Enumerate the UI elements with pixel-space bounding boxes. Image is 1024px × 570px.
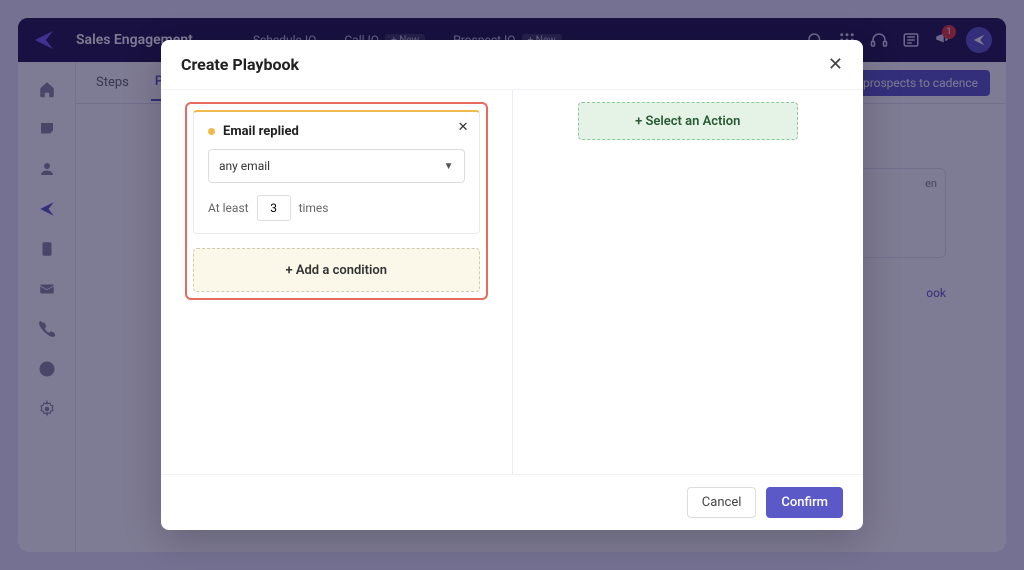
close-icon[interactable]: ✕ [828, 54, 843, 75]
create-playbook-modal: Create Playbook ✕ ✕ Email replied any em… [161, 40, 863, 530]
select-action-button[interactable]: + Select an Action [578, 102, 798, 140]
email-select[interactable]: any email ▼ [208, 149, 465, 183]
confirm-button[interactable]: Confirm [766, 487, 843, 518]
condition-card: ✕ Email replied any email ▼ At least [193, 110, 480, 234]
email-select-value: any email [219, 159, 270, 173]
modal-overlay: Create Playbook ✕ ✕ Email replied any em… [0, 0, 1024, 570]
cancel-button[interactable]: Cancel [687, 487, 757, 518]
add-condition-button[interactable]: + Add a condition [193, 248, 480, 292]
chevron-down-icon: ▼ [444, 161, 454, 172]
freq-suffix: times [299, 201, 329, 215]
conditions-column: ✕ Email replied any email ▼ At least [161, 90, 512, 474]
condition-group: ✕ Email replied any email ▼ At least [185, 102, 488, 300]
condition-dot-icon [208, 128, 215, 135]
modal-footer: Cancel Confirm [161, 474, 863, 530]
frequency-row: At least times [208, 195, 465, 221]
modal-header: Create Playbook ✕ [161, 40, 863, 89]
freq-prefix: At least [208, 201, 249, 215]
modal-body: ✕ Email replied any email ▼ At least [161, 89, 863, 474]
actions-column: + Select an Action [513, 90, 864, 474]
modal-title: Create Playbook [181, 55, 299, 74]
frequency-input[interactable] [257, 195, 291, 221]
remove-condition-icon[interactable]: ✕ [458, 120, 469, 135]
condition-name: Email replied [223, 124, 299, 139]
